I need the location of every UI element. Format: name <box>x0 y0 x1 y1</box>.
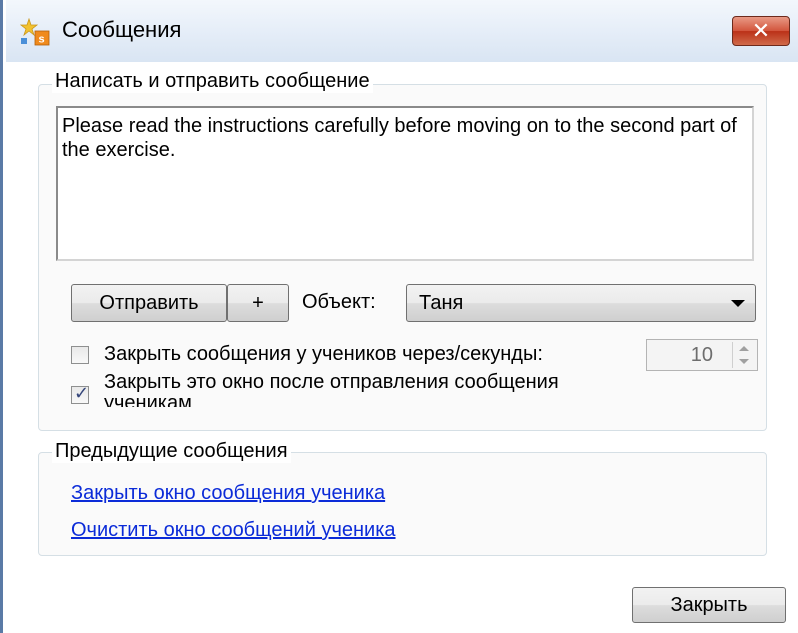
checkmark-icon: ✓ <box>74 383 90 403</box>
seconds-stepper[interactable]: 10 <box>646 339 758 371</box>
messages-window: s Сообщения ✕ Написать и отправить сообщ… <box>0 0 798 633</box>
title-bar[interactable]: s Сообщения ✕ <box>6 0 798 63</box>
message-textarea[interactable]: Please read the instructions carefully b… <box>56 106 754 261</box>
app-icon: s <box>20 18 50 46</box>
svg-text:s: s <box>39 34 45 46</box>
previous-messages-group-title: Предыдущие сообщения <box>52 440 291 463</box>
stepper-up-icon[interactable] <box>739 346 749 351</box>
stepper-down-icon[interactable] <box>739 359 749 364</box>
chevron-down-icon <box>731 300 745 307</box>
window-client-area: Написать и отправить сообщение Please re… <box>6 62 798 633</box>
send-button[interactable]: Отправить <box>71 284 227 322</box>
close-after-send-label-line2: ученикам <box>104 393 192 407</box>
close-after-send-checkbox[interactable]: ✓ <box>71 383 90 404</box>
seconds-value: 10 <box>690 344 713 366</box>
close-window-button[interactable]: ✕ <box>732 16 790 46</box>
compose-group-title: Написать и отправить сообщение <box>52 70 373 93</box>
recipient-selected: Таня <box>419 292 464 314</box>
close-student-messages-checkbox[interactable] <box>71 346 89 364</box>
object-label: Объект: <box>302 291 376 313</box>
clear-student-message-window-link[interactable]: Очистить окно сообщений ученика <box>71 519 396 542</box>
add-recipient-button[interactable]: + <box>227 284 289 322</box>
close-student-message-window-link[interactable]: Закрыть окно сообщения ученика <box>71 482 385 505</box>
close-after-send-label-line1: Закрыть это окно после отправления сообщ… <box>104 371 559 393</box>
recipient-dropdown[interactable]: Таня <box>406 284 756 322</box>
close-button[interactable]: Закрыть <box>632 587 786 623</box>
stepper-buttons[interactable] <box>732 342 755 368</box>
window-title: Сообщения <box>62 17 182 42</box>
close-student-messages-label: Закрыть сообщения у учеников через/секун… <box>104 343 543 365</box>
